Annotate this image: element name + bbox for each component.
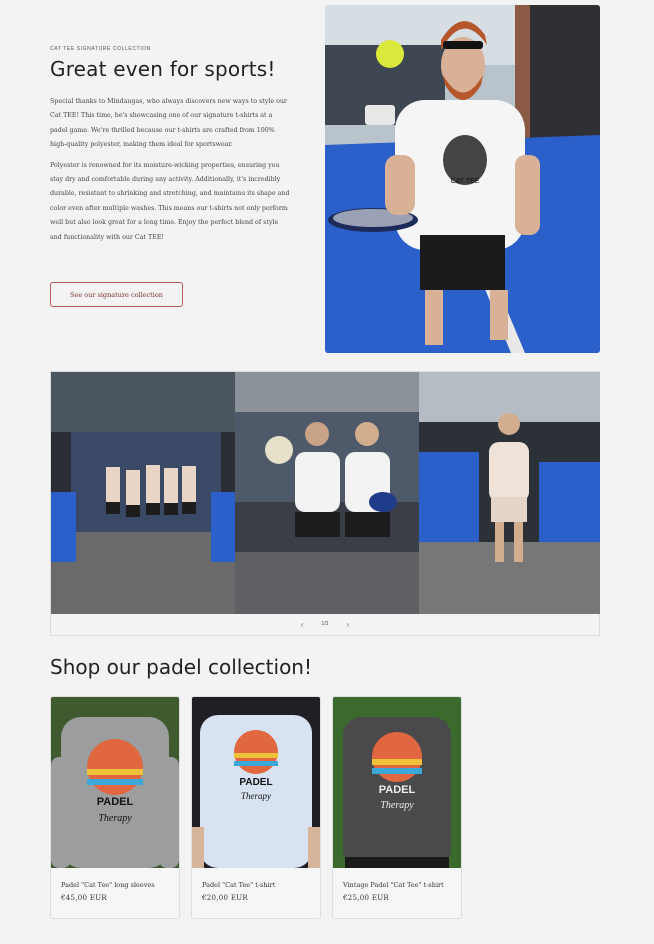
product-card[interactable]: PADEL Therapy Padel "Cat Tee" t-shirt €2… <box>191 696 321 919</box>
product-print-text-2: Therapy <box>241 791 271 801</box>
product-price: €20,00 EUR <box>202 894 248 902</box>
slide-counter: 1/3 <box>321 621 329 627</box>
hero-paragraph-2: Polyester is renowned for its moisture-w… <box>50 161 290 241</box>
product-image[interactable]: PADEL Therapy <box>192 697 320 868</box>
product-print-text: PADEL <box>239 777 272 788</box>
product-image[interactable]: PADEL Therapy <box>51 697 179 868</box>
product-print-text: PADEL <box>379 784 416 796</box>
product-card[interactable]: PADEL Therapy Vintage Padel "Cat Tee" t-… <box>332 696 462 919</box>
shirt-print-text: CAT TEE <box>451 178 480 185</box>
product-name[interactable]: Padel "Cat Tee" long sleeves <box>61 881 179 889</box>
product-print-text-2: Therapy <box>98 813 132 824</box>
product-grid: PADEL Therapy Padel "Cat Tee" long sleev… <box>50 696 462 919</box>
collection-eyebrow: CAT TEE SIGNATURE COLLECTION <box>50 46 151 52</box>
product-price: €45,00 EUR <box>61 894 107 902</box>
gallery-slide-group-photo[interactable] <box>51 372 235 614</box>
gallery-slide-single-photo[interactable] <box>419 372 600 614</box>
photo-gallery-slider: ‹ 1/3 › <box>50 371 600 636</box>
hero-text-block: CAT TEE SIGNATURE COLLECTION Great even … <box>50 46 290 245</box>
product-print-text: PADEL <box>97 796 134 808</box>
product-print-text-2: Therapy <box>380 800 414 811</box>
hero-player-photo: CAT TEE <box>325 5 600 353</box>
product-name[interactable]: Vintage Padel "Cat Tee" t-shirt <box>343 881 461 889</box>
gallery-pager: ‹ 1/3 › <box>51 613 599 635</box>
product-name[interactable]: Padel "Cat Tee" t-shirt <box>202 881 320 889</box>
hero-title: Great even for sports! <box>50 57 276 81</box>
chevron-right-icon[interactable]: › <box>346 620 349 629</box>
shop-section-title: Shop our padel collection! <box>50 655 312 679</box>
product-image[interactable]: PADEL Therapy <box>333 697 461 868</box>
gallery-slides <box>51 372 600 614</box>
chevron-left-icon[interactable]: ‹ <box>301 620 304 629</box>
hero-paragraph-1: Special thanks to Mindaugas, who always … <box>50 98 287 149</box>
product-card[interactable]: PADEL Therapy Padel "Cat Tee" long sleev… <box>50 696 180 919</box>
gallery-slide-duo-photo[interactable] <box>235 372 419 614</box>
product-price: €25,00 EUR <box>343 894 389 902</box>
see-collection-button[interactable]: See our signature collection <box>50 282 183 307</box>
